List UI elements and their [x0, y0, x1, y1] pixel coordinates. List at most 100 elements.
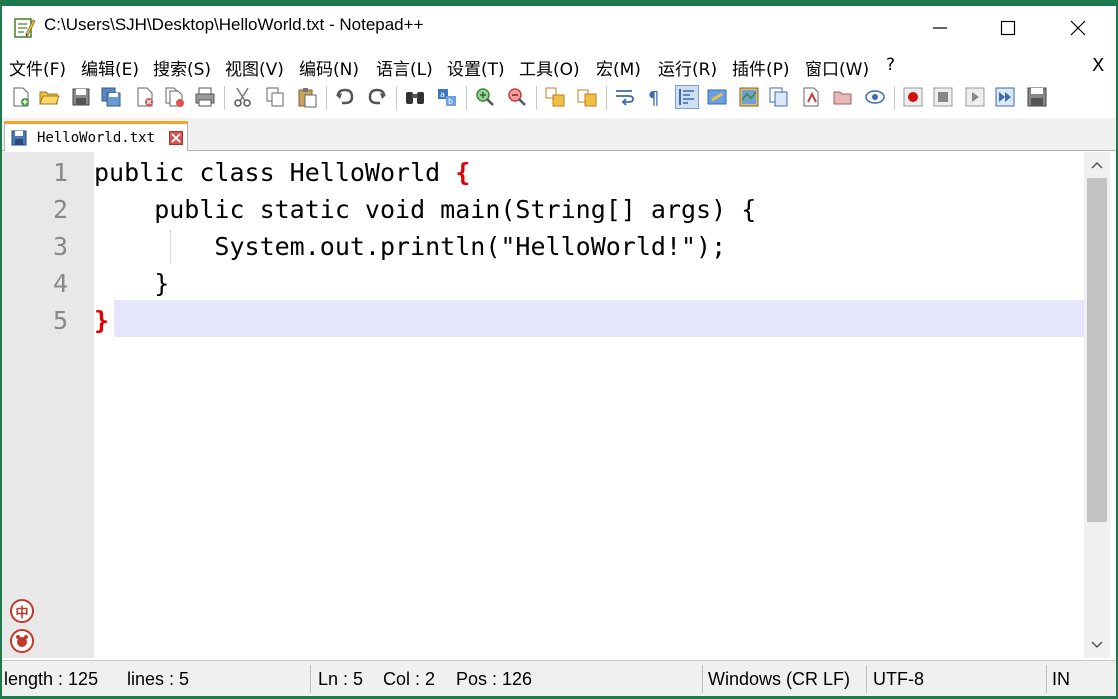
- toolbar-separator: [326, 86, 327, 110]
- function-list-icon[interactable]: [768, 86, 790, 108]
- minimize-button[interactable]: [908, 6, 972, 50]
- toolbar-separator: [606, 86, 607, 110]
- maximize-icon: [1000, 20, 1016, 36]
- line-number: 4: [52, 269, 68, 298]
- status-ln: Ln : 5: [318, 669, 364, 689]
- code-text: public static void main(String[] args) {: [94, 195, 757, 224]
- save-macro-icon[interactable]: [1026, 86, 1048, 108]
- code-text: public class HelloWorld: [94, 158, 456, 187]
- user-defined-lang-icon[interactable]: [706, 86, 728, 108]
- doc-map-icon[interactable]: [738, 86, 760, 108]
- sync-horizontal-icon[interactable]: [576, 86, 598, 108]
- tab-close-button[interactable]: [169, 131, 183, 145]
- status-divider: [1046, 665, 1047, 693]
- title-bar[interactable]: C:\Users\SJH\Desktop\HelloWorld.txt - No…: [2, 6, 1116, 50]
- menu-file[interactable]: 文件(F): [9, 55, 66, 80]
- svg-text:a: a: [440, 90, 445, 99]
- menu-encoding[interactable]: 编码(N): [299, 55, 359, 80]
- menu-help[interactable]: ?: [886, 55, 895, 75]
- scrollbar-thumb[interactable]: [1087, 178, 1107, 522]
- status-insert-mode[interactable]: IN: [1052, 661, 1070, 696]
- menu-settings[interactable]: 设置(T): [447, 55, 505, 80]
- code-text-area[interactable]: public class HelloWorld { public static …: [94, 152, 1084, 658]
- status-col: Col : 2: [383, 669, 436, 689]
- close-document-button[interactable]: X: [1092, 55, 1104, 76]
- new-file-icon[interactable]: [10, 86, 32, 108]
- bear-icon: [16, 635, 28, 647]
- close-all-icon[interactable]: [164, 86, 186, 108]
- menu-tools[interactable]: 工具(O): [519, 55, 580, 80]
- menu-language[interactable]: 语言(L): [376, 55, 433, 80]
- status-pos: Pos : 126: [456, 669, 533, 689]
- zoom-in-icon[interactable]: [474, 86, 496, 108]
- cut-icon[interactable]: [232, 86, 254, 108]
- play-macro-icon[interactable]: [964, 86, 986, 108]
- close-icon: [1070, 20, 1086, 36]
- print-icon[interactable]: [194, 86, 216, 108]
- matched-brace: }: [94, 306, 110, 335]
- status-encoding[interactable]: UTF-8: [873, 661, 924, 696]
- current-line-highlight: [114, 300, 1084, 337]
- line-number: 1: [52, 158, 68, 187]
- status-divider: [866, 665, 867, 693]
- run-macro-multiple-icon[interactable]: [994, 86, 1016, 108]
- save-all-icon[interactable]: [100, 86, 122, 108]
- menu-view[interactable]: 视图(V): [225, 55, 284, 80]
- menu-search[interactable]: 搜索(S): [153, 55, 211, 80]
- save-icon[interactable]: [70, 86, 92, 108]
- tab-helloworld[interactable]: HelloWorld.txt: [4, 121, 188, 151]
- status-bar: length : 125 lines : 5 Ln : 5 Col : 2 Po…: [2, 660, 1116, 696]
- eye-icon[interactable]: [864, 86, 886, 108]
- word-wrap-icon[interactable]: [614, 86, 636, 108]
- tab-label: HelloWorld.txt: [37, 130, 156, 146]
- monitoring-icon[interactable]: [832, 86, 854, 108]
- toolbar-separator: [466, 86, 467, 110]
- svg-text:b: b: [448, 97, 453, 106]
- line-number: 2: [52, 195, 68, 224]
- undo-icon[interactable]: [334, 86, 356, 108]
- show-all-chars-icon[interactable]: ¶: [644, 86, 666, 108]
- vertical-scrollbar[interactable]: [1084, 152, 1110, 658]
- ime-mode-badge[interactable]: 中: [10, 599, 34, 623]
- maximize-button[interactable]: [976, 6, 1040, 50]
- ime-skin-icon[interactable]: [10, 629, 34, 653]
- status-eol[interactable]: Windows (CR LF): [708, 661, 850, 696]
- menu-run[interactable]: 运行(R): [658, 55, 717, 80]
- menu-macro[interactable]: 宏(M): [596, 55, 641, 80]
- close-icon[interactable]: [134, 86, 156, 108]
- code-line: System.out.println("HelloWorld!");: [94, 228, 726, 265]
- scroll-up-icon[interactable]: [1091, 160, 1103, 172]
- line-number: 3: [52, 232, 68, 261]
- code-line: public static void main(String[] args) {: [94, 191, 756, 228]
- line-number-gutter[interactable]: 1 2 3 4 5 中: [2, 152, 94, 658]
- folder-as-workspace-icon[interactable]: [800, 86, 822, 108]
- close-window-button[interactable]: [1046, 6, 1110, 50]
- toolbar-separator: [894, 86, 895, 110]
- find-icon[interactable]: [404, 86, 426, 108]
- editor-area[interactable]: 1 2 3 4 5 中 public class HelloWorld { pu…: [2, 152, 1116, 658]
- code-text: System.out.println("HelloWorld!");: [94, 232, 727, 261]
- open-file-icon[interactable]: [38, 86, 60, 108]
- record-macro-icon[interactable]: [902, 86, 924, 108]
- copy-icon[interactable]: [264, 86, 286, 108]
- matched-brace: {: [455, 158, 471, 187]
- scroll-down-icon[interactable]: [1091, 638, 1103, 650]
- svg-text:¶: ¶: [648, 88, 659, 108]
- saved-file-icon: [11, 130, 27, 146]
- menu-edit[interactable]: 编辑(E): [81, 55, 139, 80]
- close-icon: [171, 133, 181, 143]
- zoom-out-icon[interactable]: [506, 86, 528, 108]
- menu-plugins[interactable]: 插件(P): [732, 55, 790, 80]
- stop-recording-icon[interactable]: [932, 86, 954, 108]
- paste-icon[interactable]: [296, 86, 318, 108]
- status-divider: [310, 665, 311, 693]
- toolbar-separator: [396, 86, 397, 110]
- status-lines: lines : 5: [127, 669, 190, 689]
- toolbar-separator: [224, 86, 225, 110]
- redo-icon[interactable]: [366, 86, 388, 108]
- menu-window[interactable]: 窗口(W): [805, 55, 869, 80]
- sync-vertical-icon[interactable]: [544, 86, 566, 108]
- window-title: C:\Users\SJH\Desktop\HelloWorld.txt - No…: [44, 15, 424, 34]
- replace-icon[interactable]: ab: [436, 86, 458, 108]
- indent-guide-icon[interactable]: [675, 85, 699, 109]
